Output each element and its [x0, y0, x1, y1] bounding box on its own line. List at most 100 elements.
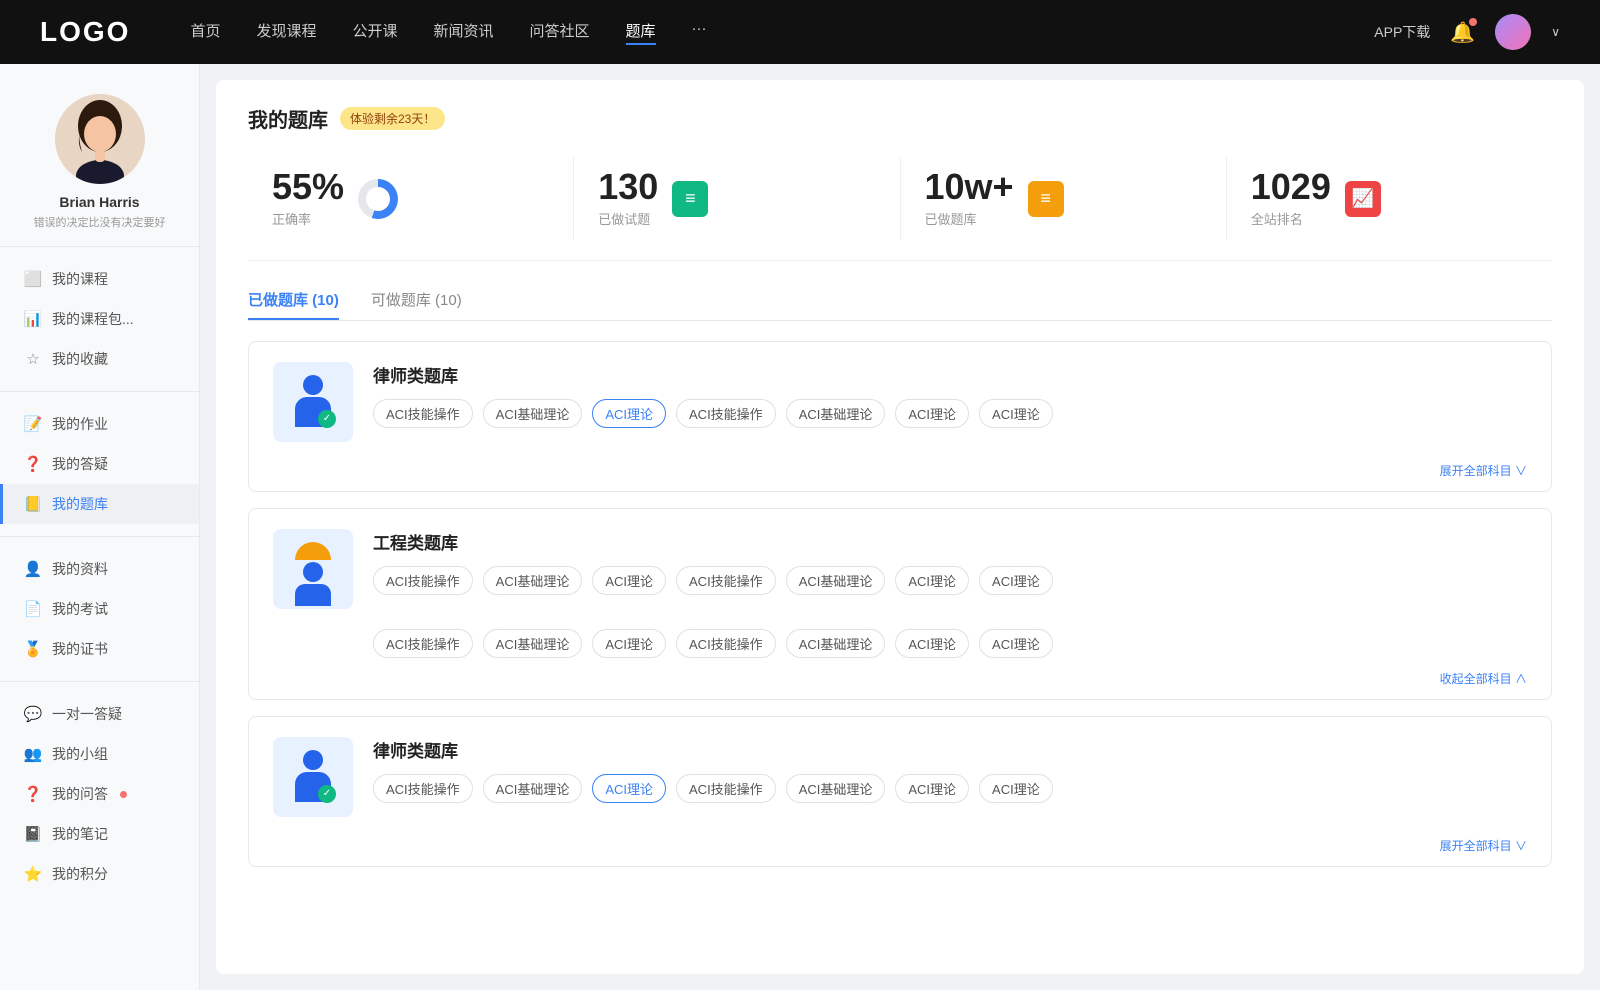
- notification-bell[interactable]: 🔔: [1450, 20, 1475, 45]
- page-title: 我的题库: [248, 104, 328, 133]
- sidebar-item-bank[interactable]: 📒 我的题库: [0, 484, 199, 524]
- sidebar-profile: Brian Harris 错误的决定比没有决定要好: [0, 94, 199, 230]
- chat-icon: 💬: [24, 705, 42, 723]
- bank-tag-2-1[interactable]: ACI基础理论: [483, 566, 583, 595]
- cert-icon: 🏅: [24, 640, 42, 658]
- page-header: 我的题库 体验剩余23天！: [248, 104, 1552, 133]
- bank-icon: 📒: [24, 495, 42, 513]
- bank-tag-1-2[interactable]: ACI理论: [592, 399, 666, 428]
- bank-info-3: 律师类题库 ACI技能操作 ACI基础理论 ACI理论 ACI技能操作 ACI基…: [373, 737, 1527, 803]
- bank-tag-2-0[interactable]: ACI技能操作: [373, 566, 473, 595]
- ranking-icon: 📈: [1345, 181, 1381, 217]
- bank-tag-2r-5[interactable]: ACI理论: [895, 629, 969, 658]
- sidebar-user-name: Brian Harris: [59, 194, 139, 210]
- nav-open-course[interactable]: 公开课: [352, 20, 397, 45]
- sidebar-item-group[interactable]: 👥 我的小组: [0, 734, 199, 774]
- tab-done-banks[interactable]: 已做题库 (10): [248, 289, 339, 320]
- sidebar-item-my-course[interactable]: ⬜ 我的课程: [0, 259, 199, 299]
- sidebar-item-points[interactable]: ⭐ 我的积分: [0, 854, 199, 894]
- bank-section-inner-3: ✓ 律师类题库 ACI技能操作 ACI基础理论 ACI理论 ACI技能操作 AC…: [249, 717, 1551, 837]
- bank-tag-2r-3[interactable]: ACI技能操作: [676, 629, 776, 658]
- clipboard-icon: ⬜: [24, 270, 42, 288]
- bank-name-3: 律师类题库: [373, 737, 1527, 762]
- bank-name-2: 工程类题库: [373, 529, 1527, 554]
- nav-discover[interactable]: 发现课程: [256, 20, 316, 45]
- user-menu-chevron[interactable]: ∨: [1551, 25, 1560, 39]
- expand-button-1[interactable]: 展开全部科目 ∨: [1440, 462, 1527, 479]
- group-icon: 👥: [24, 745, 42, 763]
- bank-tag-2-5[interactable]: ACI理论: [895, 566, 969, 595]
- tab-available-banks[interactable]: 可做题库 (10): [371, 289, 462, 320]
- app-header: LOGO 首页 发现课程 公开课 新闻资讯 问答社区 题库 ··· APP下载 …: [0, 0, 1600, 64]
- person-head-2: [303, 750, 323, 770]
- bank-tag-2r-1[interactable]: ACI基础理论: [483, 629, 583, 658]
- sidebar-item-exam[interactable]: 📄 我的考试: [0, 589, 199, 629]
- collapse-button-2[interactable]: 收起全部科目 ∧: [1440, 670, 1527, 687]
- bank-info-2: 工程类题库 ACI技能操作 ACI基础理论 ACI理论 ACI技能操作 ACI基…: [373, 529, 1527, 595]
- bank-tag-2r-0[interactable]: ACI技能操作: [373, 629, 473, 658]
- tabs-row: 已做题库 (10) 可做题库 (10): [248, 289, 1552, 321]
- nav-qa[interactable]: 问答社区: [530, 20, 590, 45]
- bank-tag-1-0[interactable]: ACI技能操作: [373, 399, 473, 428]
- expand-button-3[interactable]: 展开全部科目 ∨: [1440, 837, 1527, 854]
- stat-done-questions-label: 已做试题: [598, 209, 658, 228]
- sidebar-item-my-qa[interactable]: ❓ 我的问答: [0, 774, 199, 814]
- bank-tag-1-4[interactable]: ACI基础理论: [786, 399, 886, 428]
- engineer-head: [303, 562, 323, 582]
- nav-home[interactable]: 首页: [190, 20, 220, 45]
- nav-news[interactable]: 新闻资讯: [434, 20, 494, 45]
- bank-tag-1-6[interactable]: ACI理论: [979, 399, 1053, 428]
- bank-tag-2-3[interactable]: ACI技能操作: [676, 566, 776, 595]
- bank-tag-1-5[interactable]: ACI理论: [895, 399, 969, 428]
- bank-tag-3-6[interactable]: ACI理论: [979, 774, 1053, 803]
- sidebar-item-qa[interactable]: ❓ 我的答疑: [0, 444, 199, 484]
- stat-done-banks-value-area: 10w+ 已做题库: [925, 169, 1014, 228]
- bank-tag-1-3[interactable]: ACI技能操作: [676, 399, 776, 428]
- sidebar-item-certificate[interactable]: 🏅 我的证书: [0, 629, 199, 669]
- logo: LOGO: [40, 16, 130, 48]
- bank-tag-2r-2[interactable]: ACI理论: [592, 629, 666, 658]
- bank-tag-3-2[interactable]: ACI理论: [592, 774, 666, 803]
- bank-section-lawyer-1: ✓ 律师类题库 ACI技能操作 ACI基础理论 ACI理论 ACI技能操作 AC…: [248, 341, 1552, 492]
- bank-tag-2-6[interactable]: ACI理论: [979, 566, 1053, 595]
- sidebar-item-homework[interactable]: 📝 我的作业: [0, 404, 199, 444]
- sidebar-item-favorites[interactable]: ☆ 我的收藏: [0, 339, 199, 379]
- engineer-figure: [288, 542, 338, 597]
- nav-bank[interactable]: 题库: [626, 20, 656, 45]
- avatar[interactable]: [1495, 14, 1531, 50]
- sidebar-avatar: [55, 94, 145, 184]
- stat-ranking: 1029 全站排名 📈: [1227, 157, 1552, 240]
- bank-tag-3-1[interactable]: ACI基础理论: [483, 774, 583, 803]
- bank-icon-engineer: [273, 529, 353, 609]
- stat-ranking-value-area: 1029 全站排名: [1251, 169, 1331, 228]
- bank-tag-2-2[interactable]: ACI理论: [592, 566, 666, 595]
- bank-name-1: 律师类题库: [373, 362, 1527, 387]
- sidebar-item-notes[interactable]: 📓 我的笔记: [0, 814, 199, 854]
- bank-footer-3: 展开全部科目 ∨: [249, 837, 1551, 866]
- person-badge-1: ✓: [318, 410, 336, 428]
- stat-ranking-label: 全站排名: [1251, 209, 1331, 228]
- bank-footer-2: 收起全部科目 ∧: [249, 670, 1551, 699]
- sidebar-item-course-package[interactable]: 📊 我的课程包...: [0, 299, 199, 339]
- sidebar-item-profile[interactable]: 👤 我的资料: [0, 549, 199, 589]
- bank-tag-3-3[interactable]: ACI技能操作: [676, 774, 776, 803]
- nav-more[interactable]: ···: [692, 20, 707, 45]
- bank-tag-2-4[interactable]: ACI基础理论: [786, 566, 886, 595]
- bank-tag-3-4[interactable]: ACI基础理论: [786, 774, 886, 803]
- app-download-button[interactable]: APP下载: [1374, 22, 1430, 42]
- bank-tag-3-5[interactable]: ACI理论: [895, 774, 969, 803]
- note-icon: 📓: [24, 825, 42, 843]
- bank-tag-1-1[interactable]: ACI基础理论: [483, 399, 583, 428]
- sidebar-item-one-on-one[interactable]: 💬 一对一答疑: [0, 694, 199, 734]
- bank-tag-2r-4[interactable]: ACI基础理论: [786, 629, 886, 658]
- doc-icon: 📝: [24, 415, 42, 433]
- bank-icon-lawyer-2: ✓: [273, 737, 353, 817]
- trial-badge: 体验剩余23天！: [340, 107, 445, 130]
- bank-tag-3-0[interactable]: ACI技能操作: [373, 774, 473, 803]
- avatar-image: [1495, 14, 1531, 50]
- notification-dot: [1469, 18, 1477, 26]
- accuracy-pie-chart: [358, 179, 398, 219]
- stat-accuracy: 55% 正确率: [248, 157, 574, 240]
- stat-accuracy-label: 正确率: [272, 209, 344, 228]
- bank-tag-2r-6[interactable]: ACI理论: [979, 629, 1053, 658]
